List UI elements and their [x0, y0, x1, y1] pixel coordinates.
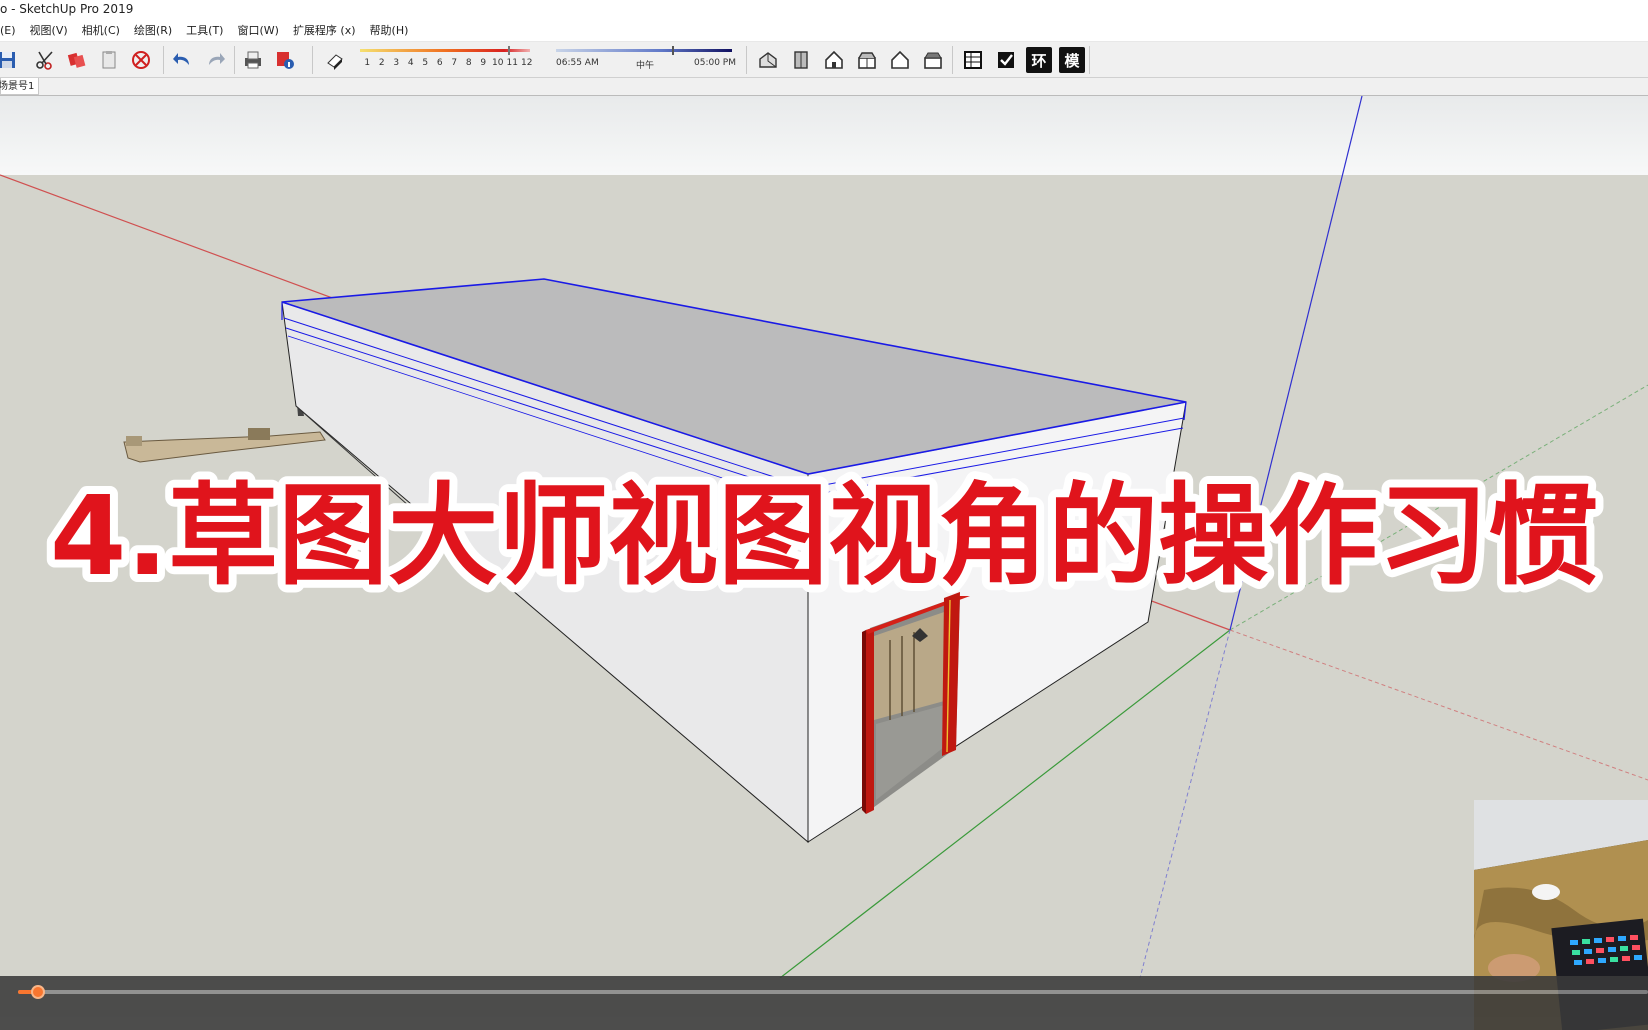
erase-icon[interactable] [128, 47, 154, 73]
right-view-icon[interactable] [854, 47, 880, 73]
toolbar-separator [312, 46, 313, 74]
copy-icon[interactable] [64, 47, 90, 73]
cut-icon[interactable] [32, 47, 58, 73]
video-title-text: 4.草图大师视图视角的操作习惯 [50, 472, 1598, 600]
month-tick: 8 [465, 58, 472, 68]
back-view-icon[interactable] [887, 47, 913, 73]
undo-icon[interactable] [170, 47, 196, 73]
toolbar-standard-group [0, 42, 154, 78]
print-icon[interactable] [240, 47, 266, 73]
toolbar-separator [234, 46, 235, 74]
scene-tab-label: 场景号1 [0, 81, 35, 92]
redo-icon[interactable] [202, 47, 228, 73]
video-title-overlay: 4.草图大师视图视角的操作习惯 4.草图大师视图视角的操作习惯 [42, 464, 1606, 608]
toolbar: 1 2 3 4 5 6 7 8 9 10 11 12 06:55 AM 中午 05:00 PM [0, 42, 1648, 78]
menu-item[interactable]: 扩展程序 (x) [286, 20, 363, 42]
time-end-label: 05:00 PM [694, 58, 736, 68]
month-slider[interactable]: 1 2 3 4 5 6 7 8 9 10 11 12 [360, 46, 540, 74]
month-tick: 4 [407, 58, 414, 68]
menu-bar: (E) 视图(V) 相机(C) 绘图(R) 工具(T) 窗口(W) 扩展程序 (x) 帮助(H… [0, 20, 1648, 42]
iso-view-icon[interactable] [755, 47, 781, 73]
top-view-icon[interactable] [788, 47, 814, 73]
toolbar-views-group [755, 42, 946, 78]
save-icon[interactable] [0, 47, 20, 73]
progress-knob[interactable] [30, 985, 45, 999]
toolbar-plugins-group: 环 模 [960, 42, 1085, 78]
window-title: o - SketchUp Pro 2019 [0, 2, 134, 16]
time-start-label: 06:55 AM [556, 58, 599, 68]
sketchup-window: o - SketchUp Pro 2019 (E) 视图(V) 相机(C) 绘图(R)… [0, 0, 1648, 1030]
model-info-icon[interactable] [272, 47, 298, 73]
model-icon[interactable]: 模 [1059, 47, 1085, 73]
menu-item[interactable]: 工具(T) [179, 20, 230, 42]
month-tick: 1 [364, 58, 371, 68]
environment-label: 环 [1031, 51, 1047, 70]
front-view-icon[interactable] [821, 47, 847, 73]
month-tick: 12 [521, 58, 533, 68]
toolbar-separator [746, 46, 747, 74]
checkbox-icon[interactable] [993, 47, 1019, 73]
month-tick: 7 [451, 58, 458, 68]
month-tick: 3 [393, 58, 400, 68]
menu-item[interactable]: 绘图(R) [127, 20, 179, 42]
time-mid-label: 中午 [636, 61, 655, 71]
menu-item[interactable]: 帮助(H) [363, 20, 416, 42]
toolbar-separator [1089, 46, 1090, 74]
toolbar-output-group [240, 42, 298, 78]
time-slider[interactable]: 06:55 AM 中午 05:00 PM [556, 46, 736, 74]
environment-icon[interactable]: 环 [1026, 47, 1052, 73]
paste-icon[interactable] [96, 47, 122, 73]
left-view-icon[interactable] [920, 47, 946, 73]
month-tick: 2 [378, 58, 385, 68]
toolbar-separator [952, 46, 953, 74]
progress-track[interactable] [18, 985, 1648, 999]
month-tick: 11 [506, 58, 518, 68]
toolbar-history-group [170, 42, 228, 78]
model-label: 模 [1064, 51, 1080, 70]
month-tick: 6 [436, 58, 443, 68]
menu-item[interactable]: (E) [0, 20, 23, 42]
month-tick-labels: 1 2 3 4 5 6 7 8 9 10 11 12 [360, 58, 534, 68]
table-icon[interactable] [960, 47, 986, 73]
video-player-bar [0, 976, 1648, 1030]
scene-tabs-bar: 场景号1 [0, 78, 1648, 96]
menu-item[interactable]: 视图(V) [23, 20, 75, 42]
menu-item[interactable]: 窗口(W) [230, 20, 285, 42]
shadow-toggle-icon[interactable] [322, 47, 348, 73]
scene-tab[interactable]: 场景号1 [0, 78, 40, 95]
model-viewport[interactable]: 4.草图大师视图视角的操作习惯 4.草图大师视图视角的操作习惯 [0, 96, 1648, 978]
month-tick: 10 [492, 58, 504, 68]
sky [0, 96, 1648, 175]
toolbar-shadow-group [322, 42, 348, 78]
menu-item[interactable]: 相机(C) [75, 20, 127, 42]
month-tick: 5 [422, 58, 429, 68]
title-bar: o - SketchUp Pro 2019 [0, 0, 1648, 20]
month-tick: 9 [480, 58, 487, 68]
toolbar-separator [163, 46, 164, 74]
